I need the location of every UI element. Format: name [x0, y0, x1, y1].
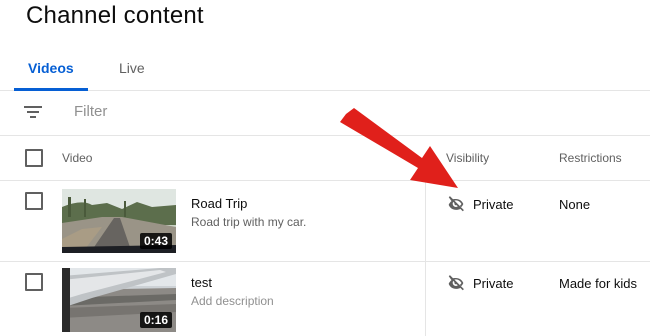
tab-bar: Videos Live — [0, 52, 650, 91]
eye-off-icon — [448, 275, 464, 291]
video-description: Road trip with my car. — [191, 215, 307, 229]
tab-videos[interactable]: Videos — [28, 60, 74, 76]
annotation-arrow — [340, 108, 458, 188]
video-thumbnail[interactable]: 0:16 — [62, 268, 176, 332]
table-row[interactable]: 0:43 Road Trip Road trip with my car. Pr… — [0, 181, 650, 262]
filter-icon[interactable] — [24, 104, 42, 120]
duration-badge: 0:16 — [139, 312, 172, 328]
table-header: Video Visibility Restrictions — [0, 136, 650, 181]
restrictions-cell: None — [559, 197, 591, 212]
table-row[interactable]: 0:16 test Add description Private Made f… — [0, 262, 650, 336]
filter-bar: Filter — [0, 91, 650, 136]
select-all-checkbox[interactable] — [25, 149, 43, 167]
row-checkbox[interactable] — [25, 273, 43, 291]
visibility-label: Private — [473, 197, 514, 212]
column-divider — [425, 262, 426, 336]
row-checkbox[interactable] — [25, 192, 43, 210]
video-thumbnail[interactable]: 0:43 — [62, 189, 176, 253]
visibility-label: Private — [473, 276, 514, 291]
page-title: Channel content — [26, 2, 204, 29]
duration-badge: 0:43 — [139, 233, 172, 249]
column-header-restrictions[interactable]: Restrictions — [559, 151, 622, 165]
video-title[interactable]: Road Trip — [191, 196, 247, 211]
restrictions-cell: Made for kids — [559, 276, 638, 291]
add-description-link[interactable]: Add description — [191, 294, 274, 308]
column-header-video[interactable]: Video — [62, 151, 92, 165]
video-title[interactable]: test — [191, 275, 212, 290]
tab-live[interactable]: Live — [119, 60, 145, 76]
filter-input[interactable]: Filter — [74, 103, 107, 120]
